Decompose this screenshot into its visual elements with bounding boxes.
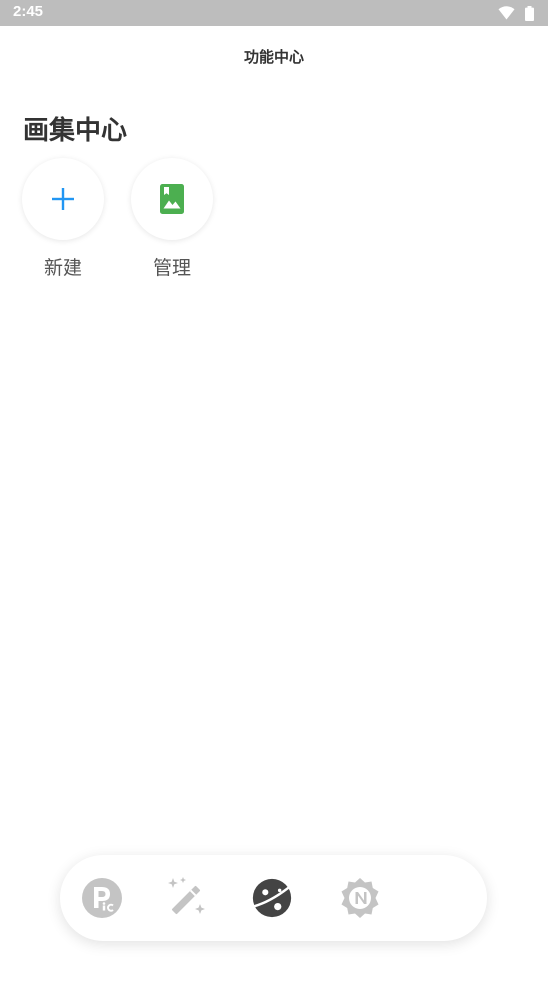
new-album-button[interactable]: 新建 xyxy=(21,158,105,282)
battery-icon xyxy=(525,5,534,21)
nav-item-magic[interactable] xyxy=(164,876,208,920)
status-time: 2:45 xyxy=(13,3,44,20)
nav-item-n[interactable] xyxy=(338,876,382,920)
manage-album-label: 管理 xyxy=(152,257,191,279)
status-bar: 2:45 xyxy=(0,0,548,26)
magic-wand-icon xyxy=(168,877,205,914)
photo-album-icon xyxy=(160,184,184,214)
wifi-icon xyxy=(498,6,515,20)
planet-icon xyxy=(251,878,293,918)
nav-item-pic[interactable] xyxy=(80,876,124,920)
manage-album-button[interactable]: 管理 xyxy=(130,158,214,282)
plus-icon xyxy=(52,188,74,210)
manage-album-circle[interactable] xyxy=(131,158,213,240)
nav-item-planet[interactable] xyxy=(250,876,294,920)
status-icons xyxy=(498,5,534,21)
new-album-label: 新建 xyxy=(43,257,82,279)
album-center-title: 画集中心 xyxy=(23,116,128,146)
n-badge-icon xyxy=(341,878,379,918)
new-album-circle[interactable] xyxy=(22,158,104,240)
pic-logo-icon xyxy=(82,878,122,918)
page-title: 功能中心 xyxy=(243,48,304,66)
bottom-nav xyxy=(60,855,487,941)
